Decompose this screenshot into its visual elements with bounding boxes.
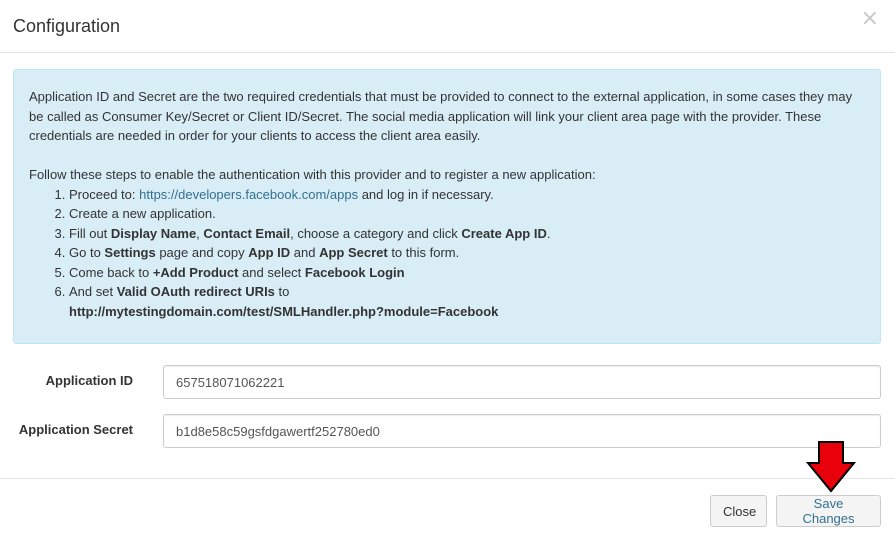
- app-secret-row: Application Secret: [0, 414, 895, 448]
- red-down-arrow-icon: [805, 441, 857, 493]
- app-secret-label: Application Secret: [18, 422, 133, 437]
- modal-title: Configuration: [13, 16, 121, 36]
- modal-footer: Close Save Changes: [0, 478, 895, 539]
- close-icon[interactable]: ×: [861, 8, 879, 30]
- info-alert: Application ID and Secret are the two re…: [13, 69, 881, 344]
- close-button[interactable]: Close: [710, 495, 767, 527]
- app-secret-input[interactable]: [163, 414, 881, 448]
- developers-link[interactable]: https://developers.facebook.com/apps: [139, 187, 358, 202]
- app-id-input[interactable]: [163, 365, 881, 399]
- steps-list: Proceed to: https://developers.facebook.…: [29, 185, 865, 322]
- app-id-label: Application ID: [45, 373, 133, 388]
- alert-steps-intro: Follow these steps to enable the authent…: [29, 167, 596, 182]
- list-item: Create a new application.: [69, 204, 865, 224]
- list-item: Come back to +Add Product and select Fac…: [69, 263, 865, 283]
- list-item: Proceed to: https://developers.facebook.…: [69, 185, 865, 205]
- redirect-uri: http://mytestingdomain.com/test/SMLHandl…: [69, 303, 499, 319]
- app-id-row: Application ID: [0, 365, 895, 399]
- save-changes-button[interactable]: Save Changes: [776, 495, 881, 527]
- alert-intro: Application ID and Secret are the two re…: [29, 89, 853, 143]
- list-item: Fill out Display Name, Contact Email, ch…: [69, 224, 865, 244]
- list-item: And set Valid OAuth redirect URIs tohttp…: [69, 282, 865, 321]
- list-item: Go to Settings page and copy App ID and …: [69, 243, 865, 263]
- modal-header: Configuration ×: [0, 0, 895, 53]
